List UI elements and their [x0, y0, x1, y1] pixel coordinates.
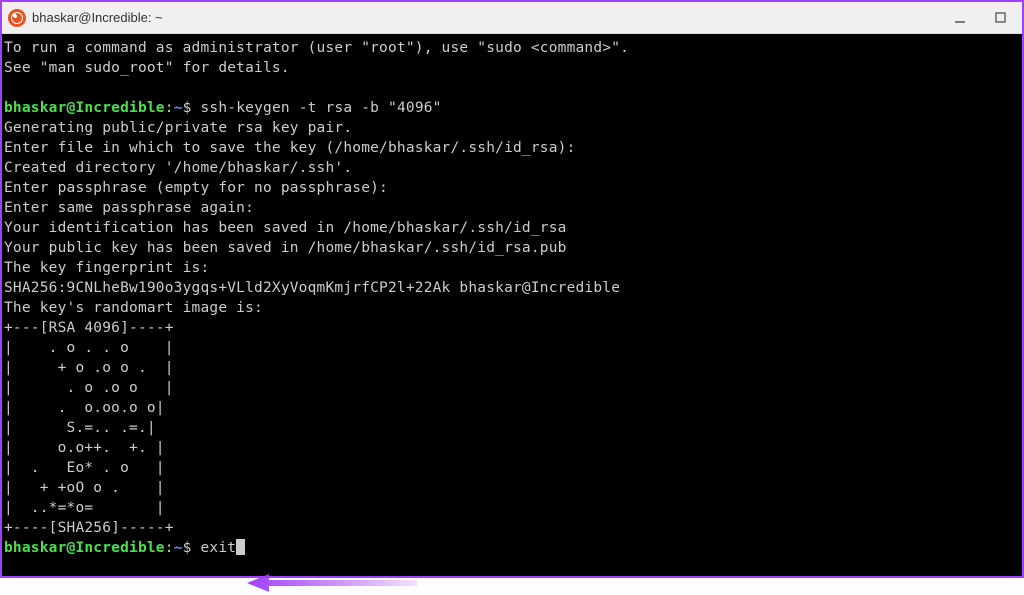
prompt-dollar: $ — [183, 540, 192, 556]
output-line: Enter file in which to save the key (/ho… — [4, 138, 1020, 158]
output-line: Generating public/private rsa key pair. — [4, 118, 1020, 138]
prompt-user-host: bhaskar@Incredible — [4, 100, 165, 116]
randomart-line: | . o . . o | — [4, 338, 1020, 358]
command-input[interactable]: exit — [201, 540, 237, 556]
randomart-line: | ..*=*o= | — [4, 498, 1020, 518]
randomart-line: | . o.oo.o o| — [4, 398, 1020, 418]
randomart-line: | + +oO o . | — [4, 478, 1020, 498]
prompt-path: ~ — [174, 540, 183, 556]
output-line: SHA256:9CNLheBw190o3ygqs+VLld2XyVoqmKmjr… — [4, 278, 1020, 298]
randomart-line: | . Eo* . o | — [4, 458, 1020, 478]
randomart-line: +----[SHA256]-----+ — [4, 518, 1020, 538]
terminal-cursor — [236, 539, 245, 555]
blank-line — [4, 78, 1020, 98]
output-line: The key fingerprint is: — [4, 258, 1020, 278]
maximize-button[interactable] — [992, 10, 1008, 26]
annotation-arrow-icon — [247, 571, 417, 595]
window-title: bhaskar@Incredible: ~ — [32, 10, 163, 25]
randomart-line: | + o .o o . | — [4, 358, 1020, 378]
prompt-path: ~ — [174, 100, 183, 116]
prompt-dollar: $ — [183, 100, 192, 116]
randomart-line: | . o .o o | — [4, 378, 1020, 398]
output-line: Enter passphrase (empty for no passphras… — [4, 178, 1020, 198]
ubuntu-icon — [8, 9, 26, 27]
minimize-button[interactable] — [952, 10, 968, 26]
output-line: Your identification has been saved in /h… — [4, 218, 1020, 238]
randomart-line: | o.o++. +. | — [4, 438, 1020, 458]
prompt-user-host: bhaskar@Incredible — [4, 540, 165, 556]
output-line: See "man sudo_root" for details. — [4, 58, 1020, 78]
output-line: Your public key has been saved in /home/… — [4, 238, 1020, 258]
prompt-line: bhaskar@Incredible:~$ ssh-keygen -t rsa … — [4, 98, 1020, 118]
window-titlebar: bhaskar@Incredible: ~ — [2, 2, 1022, 34]
output-line: Created directory '/home/bhaskar/.ssh'. — [4, 158, 1020, 178]
terminal-area[interactable]: To run a command as administrator (user … — [2, 34, 1022, 576]
randomart-line: +---[RSA 4096]----+ — [4, 318, 1020, 338]
window-controls — [952, 10, 1016, 26]
output-line: The key's randomart image is: — [4, 298, 1020, 318]
command-text: ssh-keygen -t rsa -b "4096" — [201, 100, 442, 116]
prompt-line-current: bhaskar@Incredible:~$ exit — [4, 538, 1020, 558]
output-line: Enter same passphrase again: — [4, 198, 1020, 218]
randomart-line: | S.=.. .=.| — [4, 418, 1020, 438]
output-line: To run a command as administrator (user … — [4, 38, 1020, 58]
